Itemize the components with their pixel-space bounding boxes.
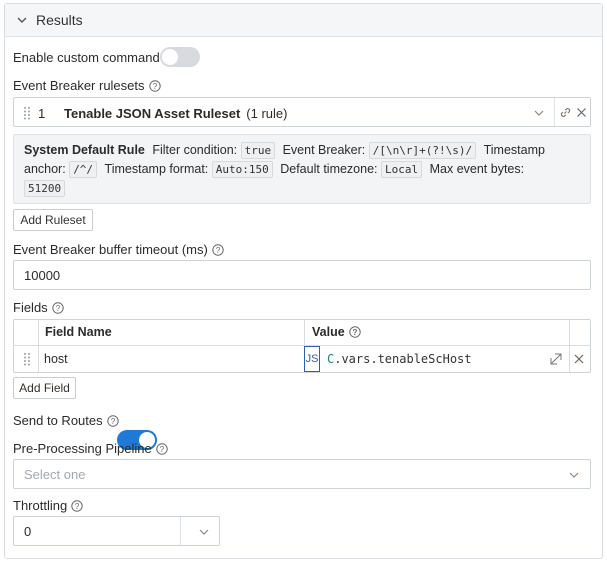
throttling-label: Throttling ? [13, 498, 83, 513]
send-to-routes-text: Send to Routes [13, 413, 103, 428]
svg-text:?: ? [152, 82, 157, 91]
buffer-timeout-value: 10000 [24, 267, 61, 283]
chevron-down-icon[interactable] [14, 12, 30, 28]
timezone-value: Local [381, 161, 423, 178]
chevron-down-icon[interactable] [567, 468, 581, 482]
field-value-cell[interactable]: C.vars.tenableScHost [327, 352, 472, 366]
pipeline-text: Pre-Processing Pipeline [13, 441, 152, 456]
help-icon[interactable]: ? [51, 301, 64, 314]
throttling-input[interactable]: 0 [13, 516, 220, 546]
svg-text:?: ? [110, 417, 115, 426]
rule-detail-text: System Default Rule Filter condition: tr… [24, 141, 584, 198]
add-field-button[interactable]: Add Field [13, 377, 76, 399]
timestamp-format-value: Auto:150 [211, 161, 273, 178]
table-row: host JS C.vars.tenableScHost [14, 346, 590, 372]
pipeline-placeholder: Select one [24, 466, 86, 482]
help-icon[interactable]: ? [156, 442, 168, 455]
custom-command-label: Enable custom command [13, 50, 160, 65]
section-title: Results [36, 12, 83, 28]
value-header: Value ? [312, 325, 361, 339]
value-header-text: Value [312, 325, 345, 339]
custom-command-toggle[interactable] [160, 47, 200, 67]
timestamp-format-label: Timestamp format: [104, 162, 209, 176]
help-icon[interactable]: ? [148, 79, 161, 92]
rule-name: System Default Rule [24, 143, 145, 157]
pipeline-label: Pre-Processing Pipeline ? [13, 441, 168, 456]
svg-text:?: ? [352, 328, 357, 337]
chevron-down-icon[interactable] [532, 106, 546, 120]
svg-text:?: ? [216, 246, 221, 255]
field-name-header: Field Name [45, 325, 112, 339]
js-badge[interactable]: JS [304, 346, 320, 372]
breaker-value: /[\n\r]+(?!\s)/ [368, 142, 477, 159]
send-to-routes-label: Send to Routes ? [13, 413, 119, 428]
close-icon[interactable] [575, 106, 588, 119]
ruleset-row-inner: 1 Tenable JSON Asset Ruleset (1 rule) [14, 98, 590, 128]
max-bytes-label: Max event bytes: [429, 162, 525, 176]
link-icon[interactable] [559, 106, 572, 119]
max-bytes-value: 51200 [24, 180, 66, 197]
help-icon[interactable]: ? [348, 326, 361, 338]
buffer-timeout-text: Event Breaker buffer timeout (ms) [13, 242, 208, 257]
add-ruleset-button[interactable]: Add Ruleset [13, 209, 93, 231]
svg-text:?: ? [75, 502, 80, 511]
custom-command-text: Enable custom command [13, 50, 160, 65]
results-header[interactable]: Results [5, 4, 602, 37]
rule-detail-box: System Default Rule Filter condition: tr… [13, 134, 591, 204]
field-name-cell[interactable]: host [44, 352, 68, 366]
fields-label: Fields ? [13, 300, 64, 315]
throttling-value: 0 [24, 523, 32, 539]
timestamp-anchor-label-b: anchor: [24, 162, 66, 176]
divider [554, 98, 555, 126]
filter-label: Filter condition: [152, 143, 238, 157]
help-icon[interactable]: ? [71, 499, 83, 512]
drag-handle-icon[interactable] [20, 105, 34, 121]
buffer-timeout-input[interactable]: 10000 [13, 260, 591, 290]
breaker-label: Event Breaker: [282, 143, 366, 157]
timestamp-anchor-label-a: Timestamp [483, 143, 545, 157]
drag-handle-icon[interactable] [20, 351, 34, 367]
svg-text:?: ? [160, 445, 165, 454]
close-icon[interactable] [573, 353, 585, 365]
timestamp-anchor-value: /^/ [69, 161, 98, 178]
toggle-knob [162, 49, 178, 65]
code-prefix: C [327, 352, 335, 366]
throttling-text: Throttling [13, 498, 68, 513]
fields-table: Field Name Value ? host JS C.vars.tenabl… [13, 319, 591, 373]
timezone-label: Default timezone: [280, 162, 378, 176]
pipeline-select[interactable]: Select one [13, 459, 591, 489]
ruleset-index: 1 [38, 105, 46, 121]
divider [180, 517, 181, 545]
ruleset-rule-count: (1 rule) [246, 105, 288, 121]
svg-text:?: ? [55, 304, 60, 313]
expand-icon[interactable] [549, 352, 563, 366]
filter-value: true [240, 142, 276, 159]
chevron-down-icon[interactable] [197, 525, 211, 539]
buffer-timeout-label: Event Breaker buffer timeout (ms) ? [13, 242, 224, 257]
help-icon[interactable]: ? [106, 414, 119, 427]
fields-text: Fields [13, 300, 48, 315]
event-breaker-text: Event Breaker rulesets [13, 78, 145, 93]
help-icon[interactable]: ? [212, 243, 224, 256]
ruleset-name: Tenable JSON Asset Ruleset [64, 105, 241, 121]
ruleset-row[interactable]: 1 Tenable JSON Asset Ruleset (1 rule) [13, 97, 591, 127]
event-breaker-label: Event Breaker rulesets ? [13, 78, 161, 93]
